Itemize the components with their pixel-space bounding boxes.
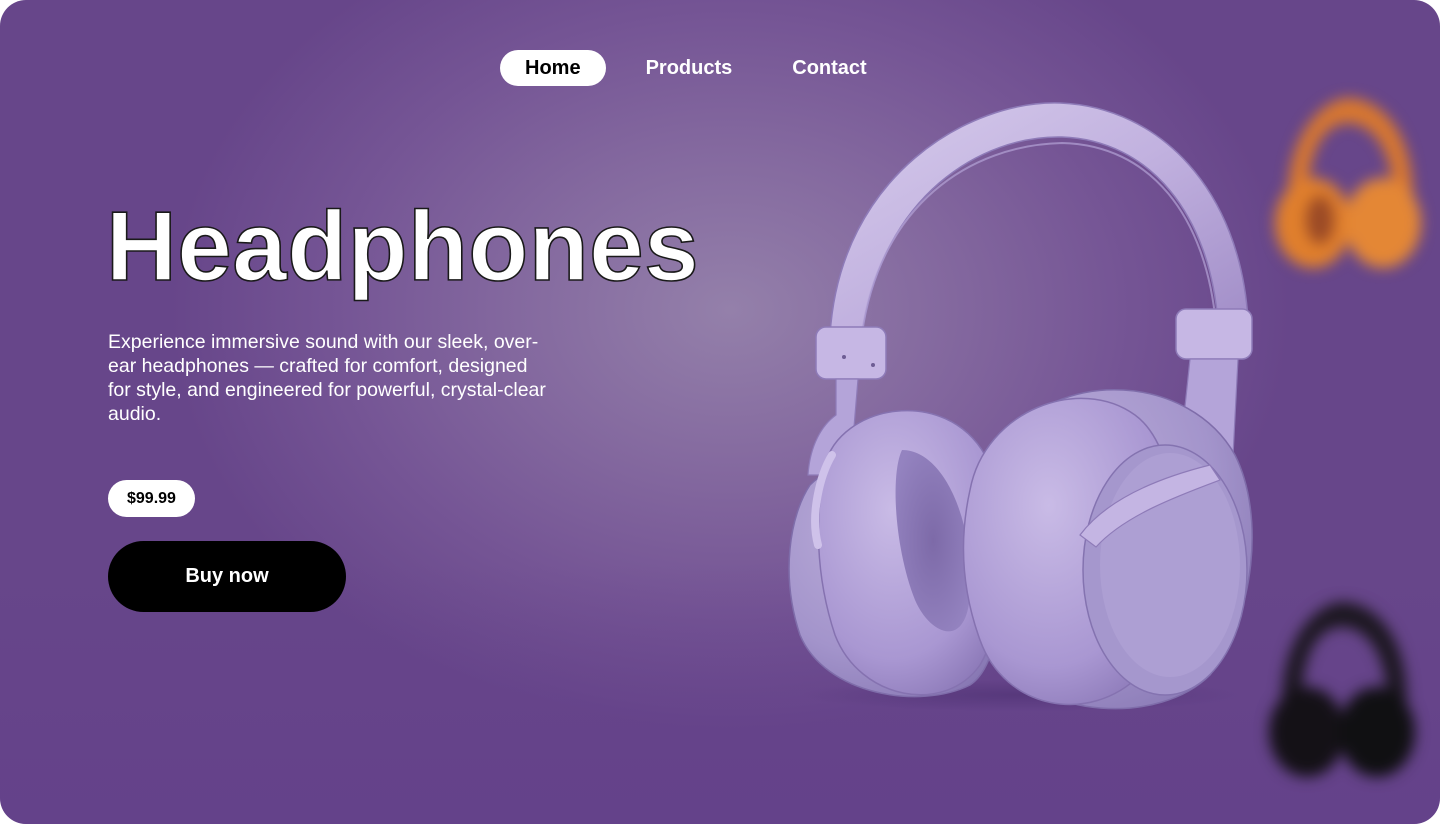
hero-section: Home Products Contact Headphones Experie… <box>0 0 1440 824</box>
product-description: Experience immersive sound with our slee… <box>108 331 546 425</box>
headphones-black-thumbnail[interactable] <box>1262 592 1422 787</box>
buy-now-button[interactable]: Buy now <box>108 541 346 612</box>
price-badge: $99.99 <box>108 480 195 517</box>
page-title: Headphones <box>105 190 700 302</box>
top-nav: Home Products Contact <box>500 50 892 86</box>
nav-item-contact[interactable]: Contact <box>767 50 891 86</box>
headphones-orange-thumbnail[interactable] <box>1268 88 1428 278</box>
nav-item-home[interactable]: Home <box>500 50 606 86</box>
headphones-lavender-image <box>788 102 1253 711</box>
nav-item-products[interactable]: Products <box>621 50 758 86</box>
